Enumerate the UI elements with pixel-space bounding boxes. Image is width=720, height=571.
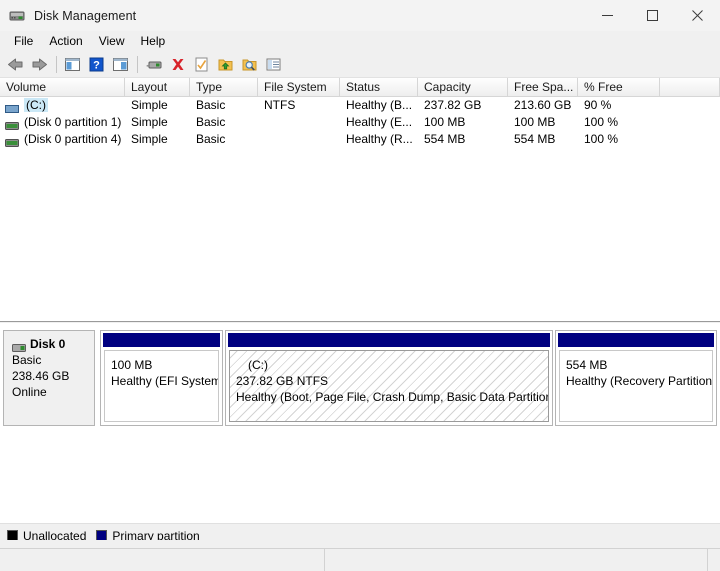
column-header-type[interactable]: Type — [190, 78, 258, 97]
disk-row-0: Disk 0 Basic 238.46 GB Online 100 MB Heal… — [3, 330, 717, 426]
menu-help[interactable]: Help — [133, 32, 174, 51]
horizontal-scrollbar-area[interactable] — [0, 540, 720, 548]
maximize-button[interactable] — [630, 0, 675, 31]
cell-free-space: 100 MB — [514, 115, 556, 129]
disk-drive-icon — [9, 8, 25, 24]
volume-list-rows: (C:) Simple Basic NTFS Healthy (B... 237.82 G… — [0, 97, 720, 148]
column-header-blank[interactable] — [660, 78, 720, 97]
window-title: Disk Management — [34, 8, 137, 23]
status-pane-2 — [325, 549, 708, 571]
minimize-button[interactable] — [585, 0, 630, 31]
menu-view[interactable]: View — [91, 32, 133, 51]
checklist-icon[interactable] — [190, 53, 213, 75]
cell-volume-label: (C:) — [24, 98, 48, 112]
partition-type-bar — [228, 333, 550, 347]
partition-status: Healthy (Recovery Partition) — [566, 374, 713, 388]
cell-file-system: NTFS — [264, 98, 296, 112]
cell-status: Healthy (B... — [346, 98, 413, 112]
cell-layout: Simple — [131, 115, 168, 129]
cell-capacity: 100 MB — [424, 115, 466, 129]
partition-status: Healthy (Boot, Page File, Crash Dump, Ba… — [236, 390, 549, 404]
partition-details: 554 MB Healthy (Recovery Partition) — [559, 350, 713, 422]
cell-type: Basic — [196, 98, 226, 112]
cell-capacity: 237.82 GB — [424, 98, 482, 112]
partition-details: 100 MB Healthy (EFI System P — [104, 350, 219, 422]
menu-action[interactable]: Action — [41, 32, 90, 51]
folder-up-icon[interactable] — [214, 53, 237, 75]
cell-volume: (C:) — [0, 97, 125, 114]
disk-size: 238.46 GB — [12, 369, 70, 383]
partition-label: (C:) — [248, 358, 268, 372]
folder-search-icon[interactable] — [238, 53, 261, 75]
graphical-view: Disk 0 Basic 238.46 GB Online 100 MB Heal… — [0, 323, 720, 523]
disk-properties-icon[interactable] — [142, 53, 165, 75]
column-header-free-spa[interactable]: Free Spa... — [508, 78, 578, 97]
cell-status: Healthy (R... — [346, 132, 413, 146]
menu-bar: File Action View Help — [0, 31, 720, 51]
help-icon[interactable]: ? — [85, 53, 108, 75]
cell-type: Basic — [196, 115, 226, 129]
toolbar: ? — [0, 51, 720, 78]
partition-block-2[interactable]: 554 MB Healthy (Recovery Partition) — [555, 330, 717, 426]
forward-arrow-icon[interactable] — [28, 53, 51, 75]
menu-file[interactable]: File — [6, 32, 41, 51]
title-bar: Disk Management — [0, 0, 720, 31]
cell-type: Basic — [196, 132, 226, 146]
cell-percent-free: 100 % — [584, 115, 619, 129]
toolbar-separator-2 — [137, 55, 138, 73]
partition-block-0[interactable]: 100 MB Healthy (EFI System P — [100, 330, 223, 426]
disk-name: Disk 0 — [30, 337, 66, 351]
partition-type-bar — [558, 333, 714, 347]
column-header-file-system[interactable]: File System — [258, 78, 340, 97]
show-hide-console-tree-icon[interactable] — [61, 53, 84, 75]
volume-list-header: Volume Layout Type File System Status Capacit… — [0, 78, 720, 97]
cell-percent-free: 100 % — [584, 132, 619, 146]
status-bar — [0, 548, 720, 571]
cell-volume: (Disk 0 partition 1) — [24, 115, 122, 129]
cell-layout: Simple — [131, 98, 168, 112]
back-arrow-icon[interactable] — [4, 53, 27, 75]
status-pane-3 — [708, 549, 720, 571]
delete-volume-icon[interactable] — [166, 53, 189, 75]
disk-info-panel[interactable]: Disk 0 Basic 238.46 GB Online — [3, 330, 95, 426]
table-row[interactable]: (C:) Simple Basic NTFS Healthy (B... 237.82 G… — [0, 97, 720, 114]
partition-size: 100 MB — [111, 358, 153, 372]
cell-volume: (Disk 0 partition 4) — [24, 132, 122, 146]
cell-free-space: 554 MB — [514, 132, 556, 146]
cell-file-system — [258, 131, 340, 148]
column-header-layout[interactable]: Layout — [125, 78, 190, 97]
partition-block-1[interactable]: (C:) 237.82 GB NTFS Healthy (Boot, Page Fi… — [225, 330, 553, 426]
cell-file-system — [258, 114, 340, 131]
column-header-free[interactable]: % Free — [578, 78, 660, 97]
cell-percent-free: 90 % — [584, 98, 612, 112]
partition-status: Healthy (EFI System P — [111, 374, 219, 388]
disk-type: Basic — [12, 353, 42, 367]
show-hide-action-pane-icon[interactable] — [109, 53, 132, 75]
window-controls — [585, 0, 720, 31]
partition-area: 100 MB Healthy (EFI System P (C:) 237.82 GB… — [100, 330, 717, 426]
status-pane-1 — [0, 549, 325, 571]
cell-free-space: 213.60 GB — [514, 98, 572, 112]
cell-layout: Simple — [131, 132, 168, 146]
svg-text:?: ? — [93, 59, 100, 71]
partition-size: 237.82 GB NTFS — [236, 374, 329, 388]
partition-details: (C:) 237.82 GB NTFS Healthy (Boot, Page Fi… — [229, 350, 549, 422]
disk-drive-icon — [12, 341, 26, 352]
volume-list-panel: Volume Layout Type File System Status Capacit… — [0, 78, 720, 322]
disk-title: Disk 0 — [12, 337, 94, 352]
toolbar-separator-1 — [56, 55, 57, 73]
close-button[interactable] — [675, 0, 720, 31]
table-row[interactable]: (Disk 0 partition 4) Simple Basic Healthy (… — [0, 131, 720, 148]
column-header-capacity[interactable]: Capacity — [418, 78, 508, 97]
partition-size: 554 MB — [566, 358, 608, 372]
disk-management-window: Disk Management File Action View Help ? … — [0, 0, 720, 571]
disk-state: Online — [12, 385, 47, 399]
table-row[interactable]: (Disk 0 partition 1) Simple Basic Healthy (… — [0, 114, 720, 131]
column-header-volume[interactable]: Volume — [0, 78, 125, 97]
partition-type-bar — [103, 333, 220, 347]
list-properties-icon[interactable] — [262, 53, 285, 75]
cell-status: Healthy (E... — [346, 115, 413, 129]
cell-capacity: 554 MB — [424, 132, 466, 146]
column-header-status[interactable]: Status — [340, 78, 418, 97]
